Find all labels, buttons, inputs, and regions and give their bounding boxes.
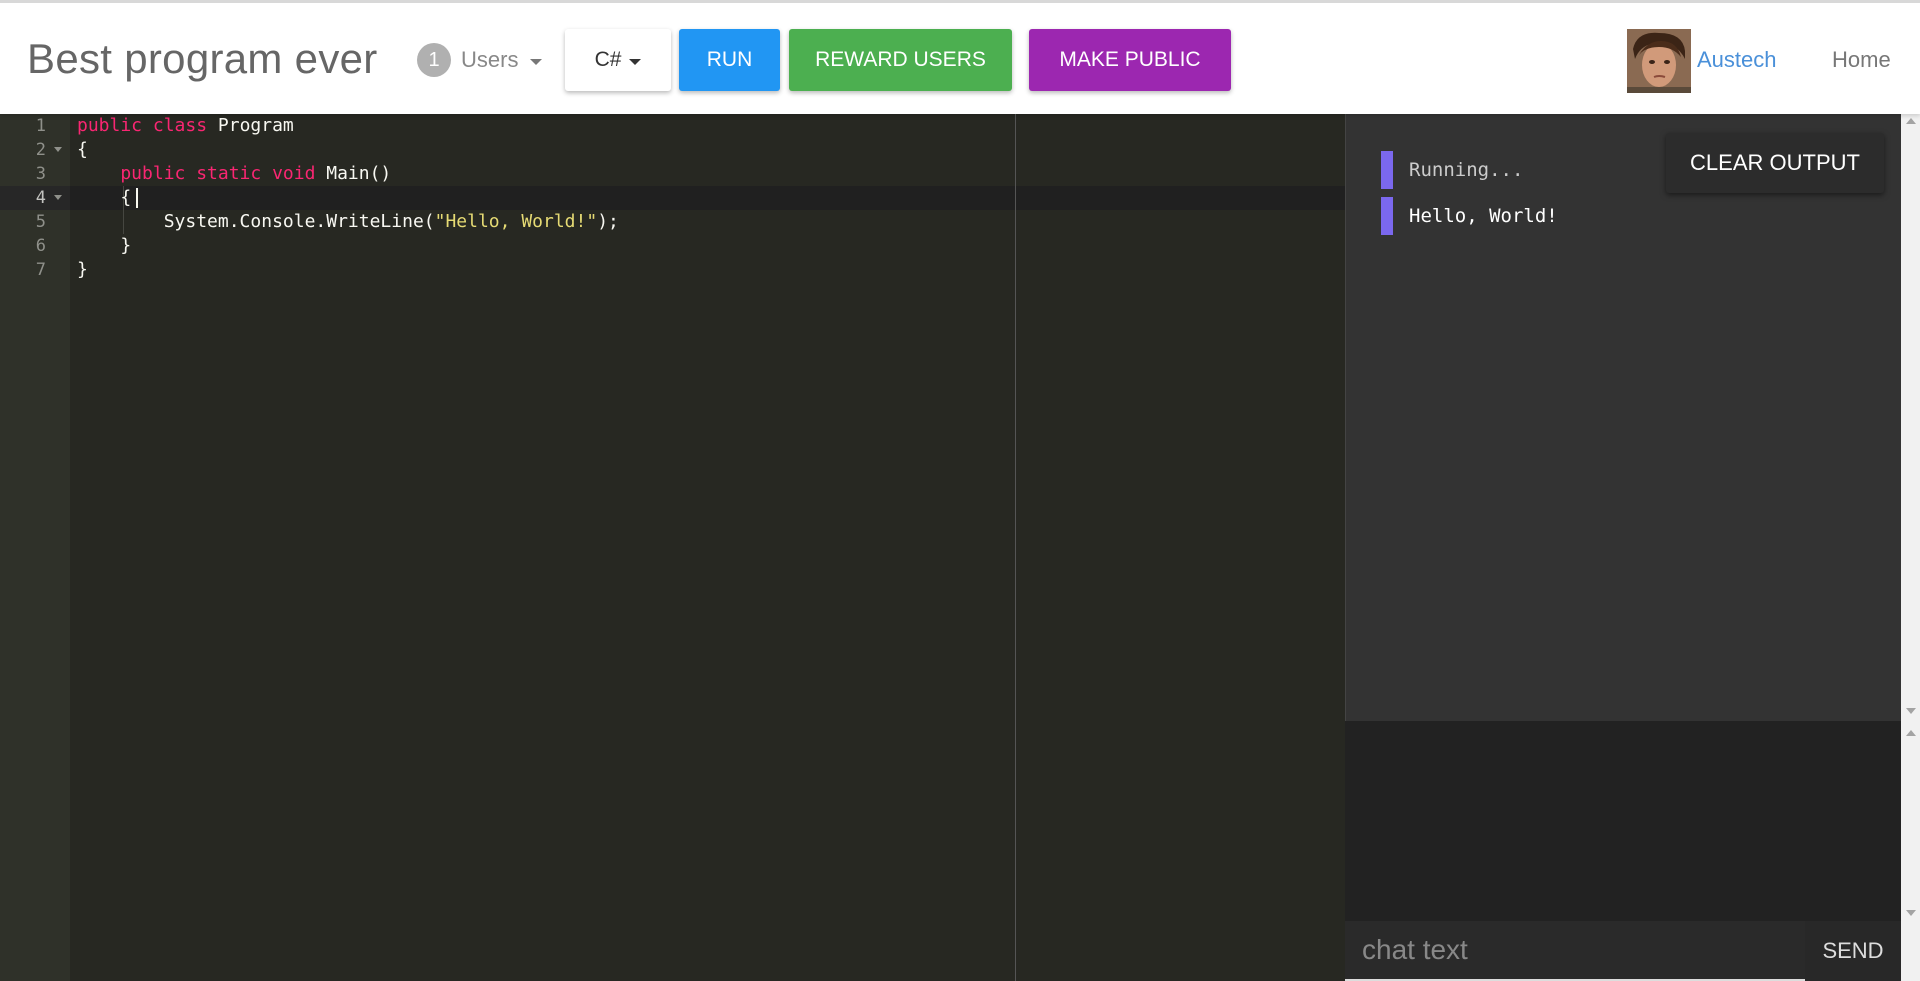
avatar-image: [1627, 29, 1691, 93]
output-text: Running...: [1409, 159, 1524, 181]
code-token: System.Console.WriteLine(: [77, 211, 435, 232]
code-token: public class: [77, 115, 218, 136]
output-text: Hello, World!: [1409, 205, 1558, 227]
code-line[interactable]: }: [77, 234, 131, 258]
line-number: 4: [0, 186, 70, 210]
code-token: "Hello, World!": [434, 211, 598, 232]
line-number: 3: [0, 162, 70, 186]
scroll-up-icon[interactable]: [1906, 118, 1916, 124]
line-number-text: 5: [35, 212, 46, 232]
print-margin: [1015, 114, 1016, 981]
scroll-down-icon[interactable]: [1906, 708, 1916, 714]
code-token: {: [77, 139, 88, 160]
code-line[interactable]: public static void Main(): [77, 162, 391, 186]
line-number-text: 2: [35, 140, 46, 160]
make-public-button[interactable]: MAKE PUBLIC: [1029, 29, 1231, 91]
code-token: Main(): [326, 163, 392, 184]
code-line[interactable]: public class Program: [77, 114, 294, 138]
line-number: 7: [0, 258, 70, 282]
output-marker: [1381, 197, 1393, 235]
output-panel: Running... Hello, World!: [1345, 114, 1901, 721]
scroll-down-icon[interactable]: [1906, 910, 1916, 916]
text-cursor: [136, 188, 138, 208]
clear-output-button[interactable]: CLEAR OUTPUT: [1666, 133, 1884, 193]
fold-arrow-icon[interactable]: [54, 147, 62, 152]
code-token: public static void: [77, 163, 327, 184]
chat-input[interactable]: [1345, 921, 1805, 981]
scrollbar[interactable]: [1901, 114, 1920, 981]
line-number-text: 3: [35, 164, 46, 184]
avatar[interactable]: [1627, 29, 1691, 93]
active-line-highlight: [0, 186, 1345, 210]
line-number-text: 7: [35, 260, 46, 280]
send-button[interactable]: SEND: [1805, 921, 1901, 981]
line-number: 6: [0, 234, 70, 258]
user-count-badge: 1: [417, 43, 451, 77]
output-line: Running...: [1381, 151, 1523, 189]
line-number: 5: [0, 210, 70, 234]
language-label: C#: [594, 48, 622, 71]
language-select[interactable]: C#: [565, 29, 671, 91]
run-button[interactable]: RUN: [679, 29, 780, 91]
output-line: Hello, World!: [1381, 197, 1558, 235]
code-editor[interactable]: 1234567 public class Program{ public sta…: [0, 114, 1345, 981]
scroll-up-icon[interactable]: [1906, 730, 1916, 736]
line-number-text: 6: [35, 236, 46, 256]
line-number: 2: [0, 138, 70, 162]
username-link[interactable]: Austech: [1697, 47, 1777, 73]
fold-arrow-icon[interactable]: [54, 195, 62, 200]
chat-messages: [1345, 721, 1901, 921]
page-title: Best program ever: [27, 35, 378, 82]
chevron-down-icon: [530, 58, 543, 65]
line-number-text: 1: [35, 116, 46, 136]
top-bar: Best program ever 1 Users C# RUN REWARD …: [0, 0, 1920, 114]
code-token: {: [77, 187, 132, 208]
output-marker: [1381, 151, 1393, 189]
home-link[interactable]: Home: [1832, 47, 1891, 73]
code-line[interactable]: {: [77, 186, 131, 210]
line-number: 1: [0, 114, 70, 138]
reward-users-button[interactable]: REWARD USERS: [789, 29, 1012, 91]
code-token: );: [597, 211, 619, 232]
code-token: }: [77, 259, 88, 280]
code-line[interactable]: {: [77, 138, 88, 162]
chevron-down-icon: [629, 58, 642, 65]
code-line[interactable]: }: [77, 258, 88, 282]
users-dropdown[interactable]: 1 Users: [417, 43, 543, 77]
code-token: Program: [217, 115, 294, 136]
users-label: Users: [461, 47, 519, 72]
code-line[interactable]: System.Console.WriteLine("Hello, World!"…: [77, 210, 619, 234]
line-number-text: 4: [35, 188, 46, 208]
code-token: }: [77, 235, 132, 256]
